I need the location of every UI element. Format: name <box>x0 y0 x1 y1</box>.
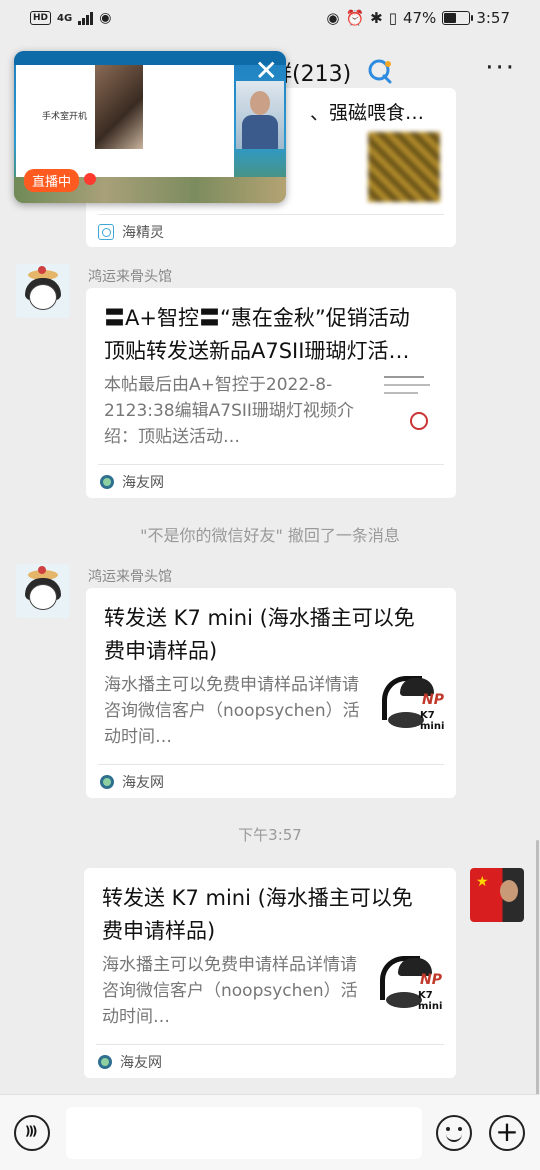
product-thumbnail: NP K7 mini <box>374 952 446 1024</box>
divider <box>96 1044 444 1045</box>
card-title: 转发送 K7 mini (海水播主可以免费申请样品) <box>102 886 413 943</box>
status-bar: HD 4G ◉ ◉ ⏰ ✱ ▯ 47% 3:57 <box>0 0 540 36</box>
live-indicator-dot <box>84 173 96 185</box>
sender-name: 鸿运来骨头馆 <box>88 569 172 585</box>
recall-notice: "不是你的微信好友" 撤回了一条消息 <box>140 526 400 545</box>
vibrate-icon: ▯ <box>388 9 397 27</box>
message-card[interactable]: 转发送 K7 mini (海水播主可以免费申请样品) 海水播主可以免费申请样品详… <box>86 588 456 798</box>
bluetooth-icon: ✱ <box>370 9 383 27</box>
card-thumbnail <box>380 370 452 442</box>
live-slide-photo <box>95 65 143 149</box>
live-slide-text: 手术室开机 <box>42 112 88 122</box>
hd-icon: HD <box>30 11 52 25</box>
alarm-icon: ⏰ <box>345 9 365 27</box>
signal-icon <box>78 11 94 25</box>
haijingling-icon <box>98 224 114 240</box>
network-type: 4G <box>57 12 73 24</box>
partial-card-title: 、强磁喂食… <box>310 102 425 124</box>
haiyouwang-icon <box>100 475 114 489</box>
card-title: 转发送 K7 mini (海水播主可以免费申请样品) <box>104 606 415 663</box>
close-icon[interactable]: ✕ <box>255 57 278 85</box>
haiyouwang-icon <box>100 775 114 789</box>
divider <box>98 464 444 465</box>
input-bar: + <box>0 1094 540 1170</box>
emoji-icon[interactable] <box>436 1115 472 1151</box>
card-description: 海水播主可以免费申请样品详情请咨询微信客户（noopsychen）活动时间… <box>104 675 360 747</box>
my-avatar[interactable]: ★ <box>470 868 524 922</box>
card-description: 本帖最后由A+智控于2022-8-2123:38编辑A7SII珊瑚灯视频介绍：顶… <box>104 375 354 447</box>
haiyouwang-icon <box>98 1055 112 1069</box>
clock: 3:57 <box>476 9 510 27</box>
live-header-strip <box>14 51 286 65</box>
divider <box>98 214 444 215</box>
card-source: 海精灵 <box>122 225 164 241</box>
card-source: 海友网 <box>122 775 164 791</box>
plus-icon[interactable]: + <box>489 1115 525 1151</box>
hotspot-icon: ◉ <box>99 10 112 26</box>
ai-assistant-icon[interactable] <box>366 58 394 84</box>
battery-percent: 47% <box>402 9 437 27</box>
product-thumbnail: NP K7 mini <box>376 672 448 744</box>
message-input[interactable] <box>66 1107 422 1159</box>
card-source: 海友网 <box>120 1055 162 1071</box>
divider <box>98 764 444 765</box>
time-divider: 下午3:57 <box>238 826 302 844</box>
live-stream-window[interactable]: 手术室开机 直播中 ✕ <box>14 51 286 203</box>
presenter-camera <box>236 81 284 149</box>
battery-icon <box>442 11 474 25</box>
message-card[interactable]: 转发送 K7 mini (海水播主可以免费申请样品) 海水播主可以免费申请样品详… <box>84 868 456 1078</box>
card-title: 〓A+智控〓“惠在金秋”促销活动 顶贴转发送新品A7SII珊瑚灯活… <box>104 306 410 363</box>
avatar[interactable] <box>16 564 70 618</box>
eye-icon: ◉ <box>326 9 340 27</box>
voice-icon[interactable] <box>14 1115 50 1151</box>
partial-card-thumbnail <box>368 132 440 202</box>
message-card[interactable]: 〓A+智控〓“惠在金秋”促销活动 顶贴转发送新品A7SII珊瑚灯活… 本帖最后由… <box>86 288 456 498</box>
avatar[interactable] <box>16 264 70 318</box>
sender-name: 鸿运来骨头馆 <box>88 269 172 285</box>
more-button[interactable]: ··· <box>485 55 516 81</box>
card-source: 海友网 <box>122 475 164 491</box>
card-description: 海水播主可以免费申请样品详情请咨询微信客户（noopsychen）活动时间… <box>102 955 358 1027</box>
live-badge: 直播中 <box>24 169 80 192</box>
